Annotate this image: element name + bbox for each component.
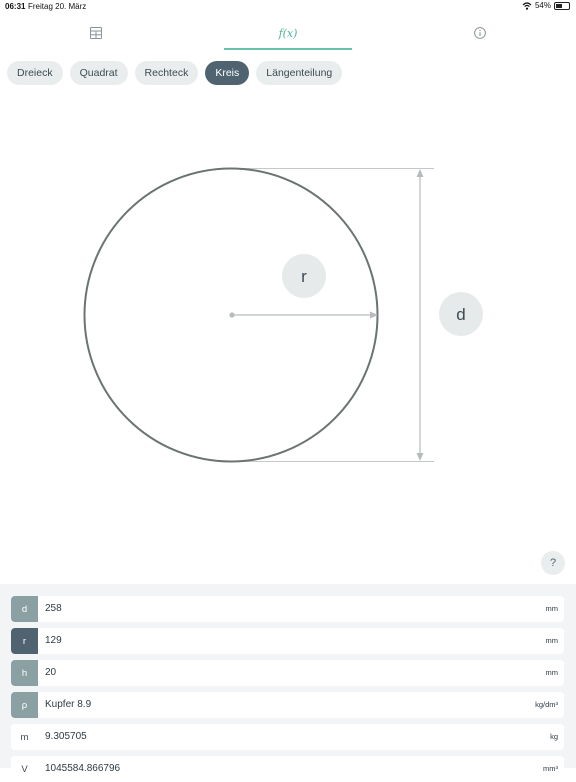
status-time: 06:31 xyxy=(5,2,26,11)
tab-formula[interactable]: f(x) xyxy=(224,18,352,50)
info-icon xyxy=(474,27,486,39)
input-panel: d 258 mm r 129 mm h 20 mm ρ Kupfer 8.9 k… xyxy=(0,584,576,782)
field-value[interactable]: Kupfer 8.9 xyxy=(45,692,91,718)
field-unit: mm xyxy=(545,604,559,613)
shape-pill-rechteck[interactable]: Rechteck xyxy=(134,61,199,85)
shape-pill-laengenteilung[interactable]: Längenteilung xyxy=(256,61,343,85)
field-row-mass[interactable]: m 9.305705 kg xyxy=(11,724,564,750)
field-symbol: m xyxy=(11,724,38,750)
tab-table[interactable] xyxy=(32,18,160,48)
shape-pill-kreis[interactable]: Kreis xyxy=(205,61,250,85)
field-symbol: d xyxy=(11,596,38,622)
shape-selector: Dreieck Quadrat Rechteck Kreis Längentei… xyxy=(7,61,343,85)
battery-icon xyxy=(554,1,570,10)
shape-pill-dreieck[interactable]: Dreieck xyxy=(7,61,63,85)
help-button[interactable]: ? xyxy=(541,551,565,575)
tab-info[interactable] xyxy=(416,18,544,48)
field-symbol: h xyxy=(11,660,38,686)
field-unit: mm xyxy=(545,668,559,677)
field-symbol: r xyxy=(11,628,38,654)
field-symbol: V xyxy=(11,756,38,782)
field-unit: kg/dm³ xyxy=(535,700,558,709)
tab-formula-label: f(x) xyxy=(278,26,298,40)
diameter-label: d xyxy=(456,305,465,324)
field-value: 1045584.866796 xyxy=(45,763,121,774)
status-right: 54% xyxy=(522,1,570,10)
field-value: 9.305705 xyxy=(45,731,87,742)
field-row-diameter[interactable]: d 258 mm xyxy=(11,596,564,622)
field-row-density[interactable]: ρ Kupfer 8.9 kg/dm³ xyxy=(11,692,564,718)
field-unit: kg xyxy=(550,732,558,741)
status-bar: 06:31 Freitag 20. März 54% xyxy=(0,0,576,12)
circle-diagram: r d xyxy=(83,167,483,463)
field-value[interactable]: 258 xyxy=(45,596,62,622)
shape-pill-quadrat[interactable]: Quadrat xyxy=(69,61,128,85)
field-symbol: ρ xyxy=(11,692,38,718)
diameter-arrow-top xyxy=(416,169,424,177)
field-value[interactable]: 20 xyxy=(45,660,56,686)
radius-label: r xyxy=(301,267,307,286)
field-unit: mm xyxy=(545,636,559,645)
top-tab-bar: f(x) xyxy=(0,18,576,50)
table-icon xyxy=(90,27,102,39)
battery-percent: 54% xyxy=(534,1,551,10)
field-row-radius[interactable]: r 129 mm xyxy=(11,628,564,654)
field-row-volume[interactable]: V 1045584.866796 mm³ xyxy=(11,756,564,782)
status-date: Freitag 20. März xyxy=(28,2,87,11)
field-value[interactable]: 129 xyxy=(45,628,62,654)
field-row-height[interactable]: h 20 mm xyxy=(11,660,564,686)
wifi-icon xyxy=(522,1,532,10)
diameter-arrow-bottom xyxy=(416,453,424,461)
field-unit: mm³ xyxy=(543,764,558,773)
